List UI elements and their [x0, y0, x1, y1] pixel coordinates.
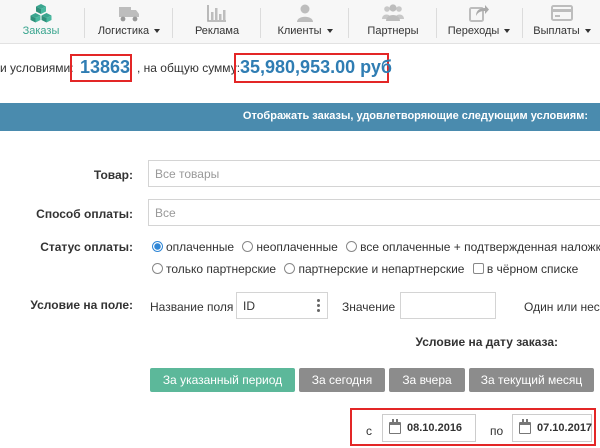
nav-divider	[260, 8, 261, 38]
to-date-input[interactable]: 07.10.2017	[512, 414, 592, 442]
radio-all-paid-confirmed-label: все оплаченные + подтвержденная наложка	[360, 240, 600, 254]
radio-unpaid[interactable]: неоплаченные	[242, 240, 338, 254]
payment-status-row-2: только партнерские партнерские и непартн…	[152, 262, 583, 276]
one-or-more-label: Один или нес	[524, 300, 600, 314]
calendar-icon	[519, 419, 531, 434]
value-input[interactable]	[400, 292, 496, 319]
product-label: Товар:	[93, 168, 133, 182]
nav-divider	[436, 8, 437, 38]
nav-divider	[348, 8, 349, 38]
period-yesterday-button[interactable]: За вчера	[389, 368, 465, 392]
payment-status-label: Статус оплаты:	[40, 240, 133, 254]
chevron-down-icon	[154, 29, 161, 34]
radio-paid-label: оплаченные	[166, 240, 235, 254]
to-date-value: 07.10.2017	[537, 422, 593, 434]
period-current-month-button[interactable]: За текущий месяц	[469, 368, 594, 392]
nav-label-partners: Партнеры	[367, 25, 419, 37]
checkbox-blacklist[interactable]: в чёрном списке	[472, 262, 579, 276]
field-name-select[interactable]: ID	[236, 292, 328, 319]
radio-icon	[346, 241, 358, 252]
chevron-down-icon	[326, 29, 333, 34]
orders-total: 35,980,953.00 руб	[240, 57, 392, 77]
radio-selected-icon	[152, 241, 163, 252]
nav-divider	[84, 8, 85, 38]
nav-item-transitions[interactable]: Переходы	[440, 0, 518, 44]
nav-divider	[522, 8, 523, 38]
nav-item-payouts[interactable]: Выплаты	[524, 0, 600, 44]
nav-item-partners[interactable]: Партнеры	[354, 0, 432, 44]
summary-prefix: и условиями:	[0, 61, 74, 75]
radio-icon	[284, 263, 296, 274]
checkbox-blacklist-label: в чёрном списке	[486, 262, 579, 276]
radio-partner-only[interactable]: только партнерские	[152, 262, 276, 276]
payment-method-label: Способ оплаты:	[36, 207, 133, 221]
date-condition-label: Условие на дату заказа:	[415, 335, 558, 349]
payment-status-row-1: оплаченные неоплаченные все оплаченные +…	[152, 240, 600, 254]
users-icon	[382, 4, 404, 21]
product-select[interactable]: Все товары	[148, 160, 600, 187]
orders-summary: и условиями: 13863 , на общую сумму: 35,…	[0, 52, 600, 84]
radio-unpaid-label: неоплаченные	[256, 240, 338, 254]
from-date-value: 08.10.2016	[407, 422, 463, 434]
radio-icon	[152, 263, 163, 274]
nav-divider	[172, 8, 173, 38]
from-date-input[interactable]: 08.10.2016	[382, 414, 476, 442]
share-icon	[469, 5, 489, 22]
credit-card-icon	[551, 5, 573, 21]
checkbox-icon	[472, 263, 484, 274]
radio-paid[interactable]: оплаченные	[152, 240, 234, 254]
truck-icon	[119, 7, 139, 22]
orders-count: 13863	[80, 57, 131, 77]
nav-item-ads[interactable]: Реклама	[178, 0, 256, 44]
value-label: Значение	[342, 300, 396, 314]
period-today-button[interactable]: За сегодня	[299, 368, 385, 392]
from-label: с	[366, 424, 372, 438]
filter-header-title: Отображать заказы, удовлетворяющие следу…	[242, 110, 588, 122]
payment-method-select[interactable]: Все	[148, 199, 600, 226]
radio-partner-and-non[interactable]: партнерские и непартнерские	[284, 262, 464, 276]
summary-middle: , на общую сумму:	[137, 61, 241, 75]
chevron-down-icon	[504, 29, 511, 34]
dropdown-dots-icon	[317, 304, 320, 307]
filter-header-bar: Отображать заказы, удовлетворяющие следу…	[0, 103, 600, 131]
nav-item-logistics[interactable]: Логистика	[90, 0, 168, 44]
field-name-label: Название поля	[150, 300, 234, 314]
nav-label-logistics: Логистика	[97, 25, 150, 37]
nav-label-payouts: Выплаты	[533, 25, 580, 37]
cubes-icon	[30, 4, 52, 23]
calendar-icon	[389, 419, 401, 434]
period-custom-button[interactable]: За указанный период	[150, 368, 295, 392]
user-icon	[297, 4, 313, 22]
radio-partner-and-non-label: партнерские и непартнерские	[298, 262, 465, 276]
nav-item-clients[interactable]: Клиенты	[266, 0, 344, 44]
nav-label-clients: Клиенты	[277, 25, 322, 37]
nav-label-ads: Реклама	[194, 25, 240, 37]
nav-label-transitions: Переходы	[447, 25, 500, 37]
nav-item-orders[interactable]: Заказы	[10, 0, 72, 44]
bar-chart-icon	[207, 5, 226, 22]
radio-all-paid-confirmed[interactable]: все оплаченные + подтвержденная наложка	[346, 240, 600, 254]
field-condition-label: Условие на поле:	[30, 298, 133, 312]
top-nav: Заказы Логистика Реклама Клиенты Партнер…	[0, 0, 600, 44]
radio-partner-only-label: только партнерские	[166, 262, 277, 276]
nav-label-orders: Заказы	[22, 25, 60, 37]
chevron-down-icon	[584, 29, 591, 34]
radio-icon	[242, 241, 254, 252]
to-label: по	[490, 424, 504, 438]
